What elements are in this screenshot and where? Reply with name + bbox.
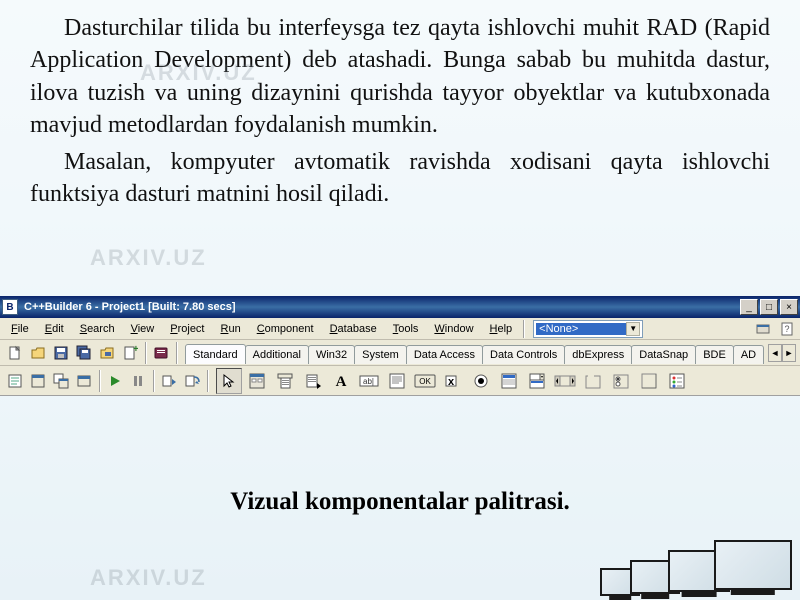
pause-button[interactable]: [127, 370, 149, 392]
minimize-button[interactable]: _: [740, 299, 758, 315]
ide-screenshot: B C++Builder 6 - Project1 [Built: 7.80 s…: [0, 296, 800, 396]
edit-icon[interactable]: ab|: [356, 368, 382, 394]
memo-icon[interactable]: [384, 368, 410, 394]
menu-component[interactable]: Component: [250, 321, 321, 337]
save-button[interactable]: [50, 342, 72, 364]
run-button[interactable]: [104, 370, 126, 392]
close-button[interactable]: ×: [780, 299, 798, 315]
tab-additional[interactable]: Additional: [245, 345, 309, 364]
radiobutton-icon[interactable]: [468, 368, 494, 394]
toggle-button[interactable]: [50, 370, 72, 392]
combobox-icon[interactable]: [524, 368, 550, 394]
view-form-button[interactable]: [27, 370, 49, 392]
menu-database[interactable]: Database: [323, 321, 384, 337]
svg-text:ab|: ab|: [363, 377, 374, 386]
menu-search[interactable]: Search: [73, 321, 122, 337]
combo-selected: <None>: [536, 323, 626, 335]
config-combo[interactable]: <None> ▼: [533, 320, 643, 338]
tab-scroll: ◄ ►: [768, 344, 796, 362]
component-palette-tabs: Standard Additional Win32 System Data Ac…: [185, 342, 766, 364]
tab-win32[interactable]: Win32: [308, 345, 355, 364]
svg-text:A: A: [336, 374, 347, 390]
mainmenu-icon[interactable]: [272, 368, 298, 394]
groupbox-icon[interactable]: [580, 368, 606, 394]
open-project-button[interactable]: [96, 342, 118, 364]
app-icon: B: [2, 299, 18, 315]
component-row: A ab| OK x: [216, 368, 796, 394]
view-unit-button[interactable]: [4, 370, 26, 392]
menu-project[interactable]: Project: [163, 321, 211, 337]
help-icon[interactable]: ?: [778, 320, 796, 338]
button-icon[interactable]: OK: [412, 368, 438, 394]
watermark: ARXIV.UZ: [90, 565, 207, 591]
figure-caption: Vizual komponentalar palitrasi.: [0, 488, 800, 516]
actionlist-icon[interactable]: [664, 368, 690, 394]
tab-bde[interactable]: BDE: [695, 345, 734, 364]
separator: [145, 342, 147, 364]
decorative-monitors: [572, 530, 792, 600]
menu-tools[interactable]: Tools: [386, 321, 426, 337]
watermark: ARXIV.UZ: [90, 245, 207, 271]
separator: [153, 370, 155, 392]
frames-icon[interactable]: [244, 368, 270, 394]
menu-help[interactable]: Help: [483, 321, 520, 337]
open-button[interactable]: [27, 342, 49, 364]
main-toolbar: + Standard Additional Win32 System Data …: [0, 340, 800, 366]
paragraph-2: Masalan, kompyuter avtomatik ravishda xo…: [30, 146, 770, 211]
step-over-button[interactable]: [181, 370, 203, 392]
svg-text:x: x: [448, 376, 455, 388]
svg-text:OK: OK: [419, 377, 431, 386]
window-title: C++Builder 6 - Project1 [Built: 7.80 sec…: [24, 301, 740, 313]
listbox-icon[interactable]: [496, 368, 522, 394]
scrollbar-icon[interactable]: [552, 368, 578, 394]
radiogroup-icon[interactable]: [608, 368, 634, 394]
scroll-left-icon[interactable]: ◄: [768, 344, 782, 362]
label-icon[interactable]: A: [328, 368, 354, 394]
pointer-icon[interactable]: [216, 368, 242, 394]
secondary-toolbar: A ab| OK x: [0, 366, 800, 396]
toolbar-icon[interactable]: [754, 320, 772, 338]
save-all-button[interactable]: [73, 342, 95, 364]
separator: [99, 370, 101, 392]
menubar: File Edit Search View Project Run Compon…: [0, 318, 800, 340]
menu-run[interactable]: Run: [214, 321, 248, 337]
monitor-icon: [714, 540, 792, 590]
checkbox-icon[interactable]: x: [440, 368, 466, 394]
tab-datasnap[interactable]: DataSnap: [631, 345, 696, 364]
menu-file[interactable]: File: [4, 321, 36, 337]
separator: [523, 320, 525, 338]
separator: [207, 370, 209, 392]
add-file-button[interactable]: +: [119, 342, 141, 364]
tab-dbexpress[interactable]: dbExpress: [564, 345, 632, 364]
scroll-right-icon[interactable]: ►: [782, 344, 796, 362]
maximize-button[interactable]: □: [760, 299, 778, 315]
menu-view[interactable]: View: [124, 321, 162, 337]
titlebar: B C++Builder 6 - Project1 [Built: 7.80 s…: [0, 296, 800, 318]
new-button[interactable]: [4, 342, 26, 364]
separator: [176, 342, 178, 364]
svg-text:+: +: [133, 345, 138, 355]
panel-icon[interactable]: [636, 368, 662, 394]
tab-data-access[interactable]: Data Access: [406, 345, 483, 364]
tab-standard[interactable]: Standard: [185, 344, 246, 364]
tab-ad[interactable]: AD: [733, 345, 764, 364]
body-text: Dasturchilar tilida bu interfeysga tez q…: [0, 0, 800, 210]
menu-window[interactable]: Window: [427, 321, 480, 337]
trace-into-button[interactable]: [158, 370, 180, 392]
paragraph-1: Dasturchilar tilida bu interfeysga tez q…: [30, 12, 770, 142]
new-form-button[interactable]: [73, 370, 95, 392]
svg-text:?: ?: [784, 324, 789, 334]
popupmenu-icon[interactable]: [300, 368, 326, 394]
tab-data-controls[interactable]: Data Controls: [482, 345, 565, 364]
tab-system[interactable]: System: [354, 345, 407, 364]
book-icon[interactable]: [150, 342, 172, 364]
menu-edit[interactable]: Edit: [38, 321, 71, 337]
chevron-down-icon[interactable]: ▼: [626, 322, 640, 336]
